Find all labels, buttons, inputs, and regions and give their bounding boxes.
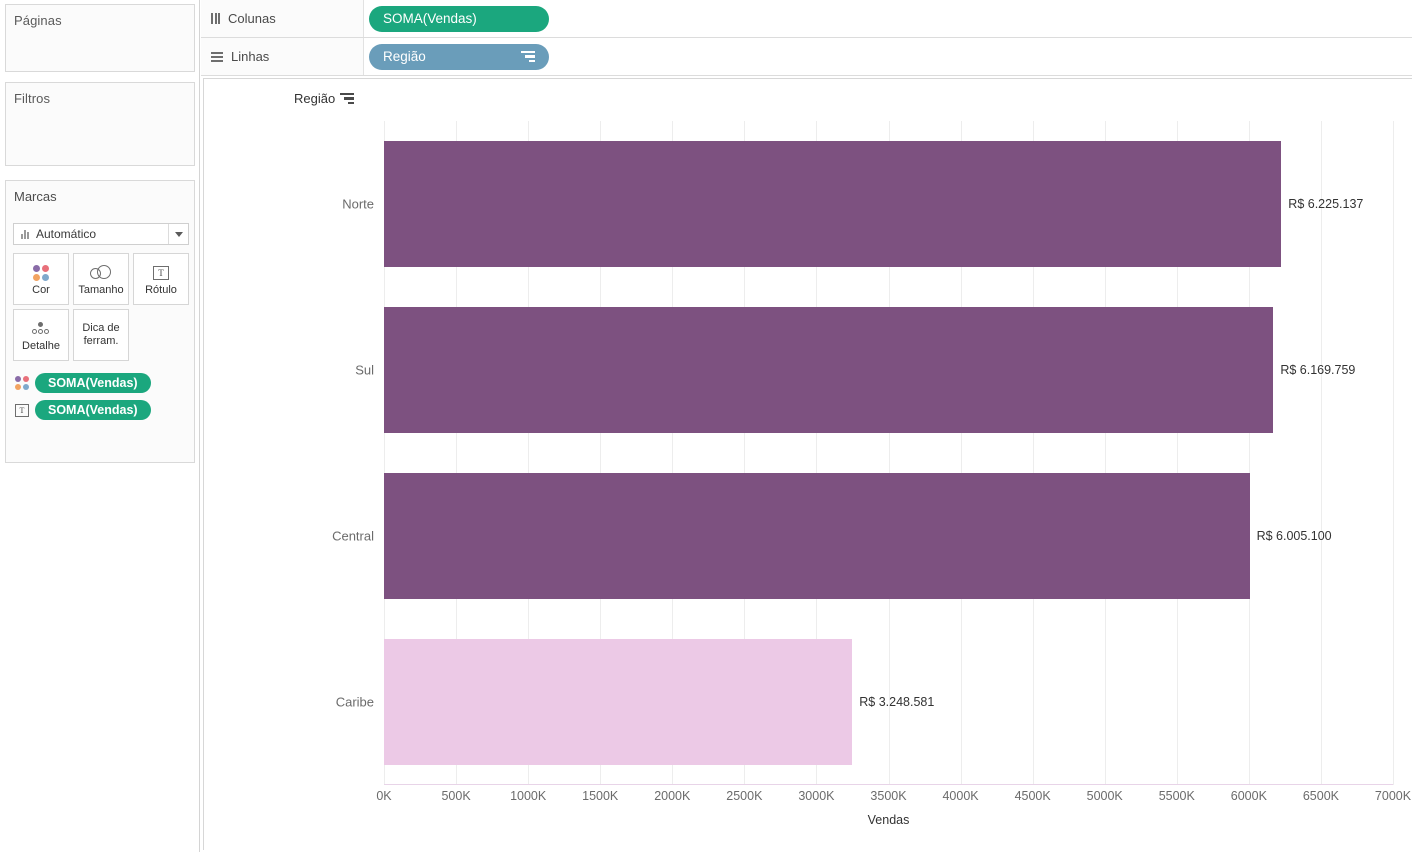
rows-icon (211, 51, 223, 62)
row-header-norte[interactable]: Norte (342, 197, 374, 212)
chevron-down-icon[interactable] (168, 224, 188, 244)
rows-shelf-label: Linhas (231, 49, 270, 64)
marks-pill-label-row: T SOMA(Vendas) (15, 400, 151, 420)
filters-shelf[interactable]: Filtros (5, 82, 195, 166)
x-axis-tick: 5500K (1158, 789, 1195, 803)
x-axis-tick: 5000K (1086, 789, 1123, 803)
marks-pill-color[interactable]: SOMA(Vendas) (35, 373, 151, 393)
row-field-header[interactable]: Região (294, 91, 355, 106)
gridline (1393, 121, 1394, 785)
mark-button-tooltip-label: Dica de ferram. (82, 322, 120, 347)
columns-shelf: Colunas SOMA(Vendas) (201, 0, 1412, 38)
bar-sul[interactable] (384, 307, 1274, 433)
bar-central[interactable] (384, 473, 1250, 599)
left-panel: Páginas Filtros Marcas Automático Cor Ta… (0, 0, 200, 852)
x-axis-tick: 3500K (870, 789, 907, 803)
x-axis-tick: 6500K (1302, 789, 1339, 803)
pages-shelf[interactable]: Páginas (5, 4, 195, 72)
x-axis-ticks: 0K 500K 1000K 1500K 2000K 2500K 3000K 3500K 4000… (376, 785, 1411, 815)
bar-value-label: R$ 6.169.759 (1280, 362, 1356, 377)
bar-row: R$ 6.169.759 (384, 307, 1393, 433)
x-axis-tick: 6000K (1230, 789, 1267, 803)
tableau-worksheet: Páginas Filtros Marcas Automático Cor Ta… (0, 0, 1412, 852)
x-axis-tick: 1000K (510, 789, 547, 803)
columns-shelf-label: Colunas (228, 11, 276, 26)
text-label-icon: T (15, 403, 29, 417)
mark-buttons-row-2: Detalhe Dica de ferram. (13, 309, 129, 361)
x-axis-tick: 2000K (654, 789, 691, 803)
x-axis-tick: 1500K (582, 789, 619, 803)
mark-buttons-row-1: Cor Tamanho T Rótulo (13, 253, 189, 305)
color-dots-icon (33, 262, 49, 284)
mark-type-value: Automático (36, 227, 97, 241)
x-axis-tick: 2500K (726, 789, 763, 803)
rows-shelf-label-box: Linhas (201, 38, 364, 75)
columns-icon (211, 13, 220, 24)
mark-button-size-label: Tamanho (78, 284, 124, 296)
x-axis-tick: 0K (376, 789, 392, 803)
row-field-header-label: Região (294, 91, 336, 106)
filters-shelf-title: Filtros (14, 91, 51, 106)
mark-button-label-label: Rótulo (145, 284, 177, 296)
color-dots-icon (15, 376, 29, 390)
x-axis-tick: 7000K (1374, 789, 1412, 803)
row-header-caribe[interactable]: Caribe (336, 695, 374, 710)
mark-button-size[interactable]: Tamanho (73, 253, 129, 305)
columns-shelf-content[interactable]: SOMA(Vendas) (364, 0, 1412, 37)
sort-descending-icon[interactable] (521, 50, 535, 63)
marks-pill-label[interactable]: SOMA(Vendas) (35, 400, 151, 420)
bar-chart-icon (21, 229, 30, 239)
x-axis-tick: 4500K (1014, 789, 1051, 803)
size-circles-icon (90, 262, 112, 284)
bar-row: R$ 6.005.100 (384, 473, 1393, 599)
x-axis-tick: 500K (441, 789, 471, 803)
bar-norte[interactable] (384, 141, 1282, 267)
rows-shelf-content[interactable]: Região (364, 38, 1412, 75)
bar-caribe[interactable] (384, 639, 853, 765)
mark-button-color[interactable]: Cor (13, 253, 69, 305)
mark-button-color-label: Cor (32, 284, 50, 296)
marks-card: Marcas Automático Cor Tamanho T Rótulo D… (5, 180, 195, 463)
bar-value-label: R$ 6.005.100 (1256, 528, 1332, 543)
chart-view: Região Norte Sul Central Caribe R$ 6.225.13… (203, 78, 1412, 850)
row-header-sul[interactable]: Sul (355, 363, 374, 378)
x-axis-title: Vendas (867, 813, 910, 827)
row-header-axis: Norte Sul Central Caribe (204, 121, 382, 785)
x-axis-tick: 4000K (942, 789, 979, 803)
x-axis-tick: 3000K (798, 789, 835, 803)
marks-card-title: Marcas (14, 189, 57, 204)
mark-button-detail-label: Detalhe (22, 340, 60, 352)
mark-button-tooltip[interactable]: Dica de ferram. (73, 309, 129, 361)
pill-soma-vendas-columns[interactable]: SOMA(Vendas) (369, 5, 549, 32)
row-header-central[interactable]: Central (332, 529, 374, 544)
pages-shelf-title: Páginas (14, 13, 62, 28)
columns-shelf-label-box: Colunas (201, 0, 364, 37)
bar-row: R$ 3.248.581 (384, 639, 1393, 765)
mark-button-detail[interactable]: Detalhe (13, 309, 69, 361)
detail-dots-icon (30, 318, 52, 340)
bar-value-label: R$ 6.225.137 (1288, 196, 1364, 211)
bar-value-label: R$ 3.248.581 (859, 694, 935, 709)
bar-row: R$ 6.225.137 (384, 141, 1393, 267)
marks-pill-color-row: SOMA(Vendas) (15, 373, 151, 393)
sort-descending-icon[interactable] (340, 92, 355, 105)
mark-type-dropdown[interactable]: Automático (13, 223, 189, 245)
mark-button-label[interactable]: T Rótulo (133, 253, 189, 305)
text-label-icon: T (153, 262, 169, 284)
rows-shelf: Linhas Região (201, 38, 1412, 76)
pill-regiao-rows[interactable]: Região (369, 43, 549, 70)
plot-area: R$ 6.225.137 R$ 6.169.759 R$ 6.005.100 R$ 3… (384, 121, 1394, 785)
pill-regiao-label: Região (383, 49, 426, 64)
